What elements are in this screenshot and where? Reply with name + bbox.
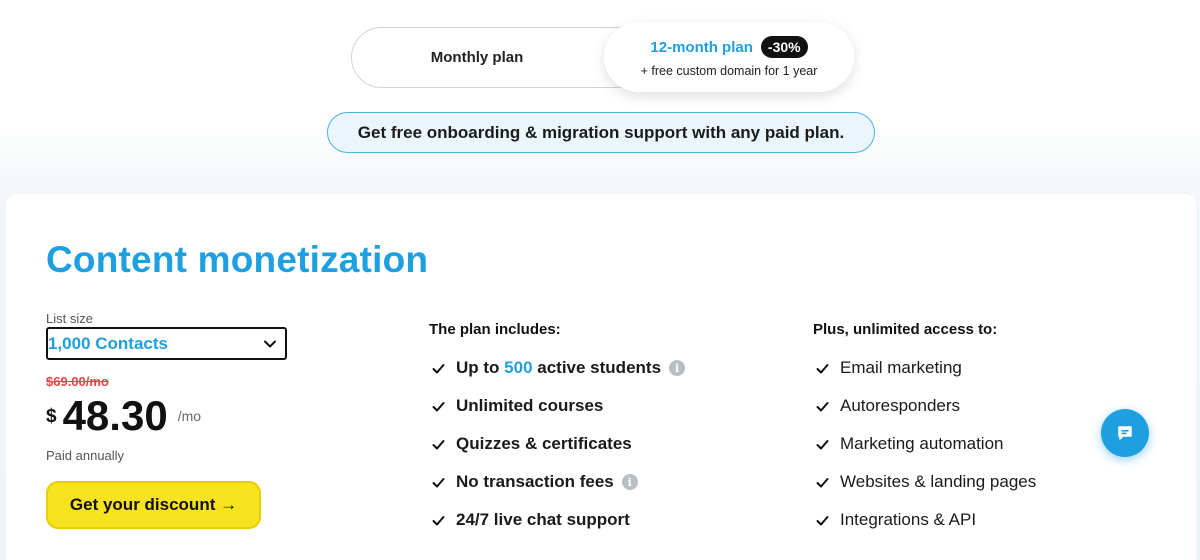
- list-item: Marketing automation: [815, 425, 1036, 463]
- list-item: Email marketing: [815, 349, 1036, 387]
- annual-plan-header: 12-month plan -30%: [650, 36, 808, 58]
- check-icon: [815, 361, 830, 376]
- price-row: $ 48.30 /mo: [46, 392, 201, 440]
- feature-label: Autoresponders: [840, 396, 961, 415]
- unlimited-access-heading: Plus, unlimited access to:: [813, 321, 998, 338]
- chat-icon: [1116, 424, 1134, 442]
- check-icon: [815, 513, 830, 528]
- info-icon[interactable]: i: [669, 360, 686, 376]
- price-value: 48.30: [62, 392, 168, 439]
- check-icon: [431, 475, 446, 490]
- list-item: Unlimited courses: [431, 387, 685, 425]
- list-item: Autoresponders: [815, 387, 1036, 425]
- price-period: /mo: [177, 408, 202, 424]
- list-size-select[interactable]: 1,000 Contacts: [46, 327, 287, 360]
- plan-title: Content monetization: [46, 239, 429, 280]
- students-count: 500: [504, 358, 533, 377]
- chat-button[interactable]: [1101, 409, 1149, 457]
- check-icon: [431, 361, 446, 376]
- plan-toggle: Monthly plan 12-month plan -30% + free c…: [351, 22, 854, 92]
- list-item: Quizzes & certificates: [431, 425, 685, 463]
- check-icon: [815, 437, 830, 452]
- chevron-down-icon: [263, 337, 277, 351]
- annual-plan-label: 12-month plan: [650, 38, 753, 56]
- unlimited-access-list: Email marketing Autoresponders Marketing…: [815, 349, 1036, 539]
- currency-symbol: $: [46, 406, 57, 427]
- annual-plan-option[interactable]: 12-month plan -30% + free custom domain …: [604, 22, 854, 92]
- pricing-card: Content monetization List size 1,000 Con…: [6, 194, 1196, 560]
- check-icon: [431, 399, 446, 414]
- discount-badge: -30%: [760, 36, 808, 58]
- get-discount-button[interactable]: Get your discount →: [46, 481, 261, 529]
- check-icon: [815, 475, 830, 490]
- feature-label: Up to 500 active students: [456, 358, 662, 377]
- annual-plan-bonus: + free custom domain for 1 year: [640, 64, 818, 78]
- billing-note: Paid annually: [46, 448, 125, 463]
- info-icon[interactable]: i: [621, 474, 638, 490]
- list-size-value: 1,000 Contacts: [48, 333, 168, 353]
- check-icon: [815, 399, 830, 414]
- onboarding-banner: Get free onboarding & migration support …: [327, 112, 875, 153]
- check-icon: [431, 513, 446, 528]
- check-icon: [431, 437, 446, 452]
- feature-label: Websites & landing pages: [840, 472, 1037, 491]
- feature-label: Quizzes & certificates: [456, 434, 632, 453]
- list-item: Websites & landing pages: [815, 463, 1036, 501]
- plan-includes-list: Up to 500 active students i Unlimited co…: [431, 349, 686, 539]
- plan-includes-heading: The plan includes:: [429, 321, 561, 338]
- feature-label: 24/7 live chat support: [456, 510, 630, 529]
- feature-label: Unlimited courses: [456, 396, 604, 415]
- feature-label: No transaction fees: [456, 472, 614, 491]
- old-price: $69.00/mo: [46, 374, 109, 389]
- list-item: Integrations & API: [815, 501, 1036, 539]
- list-size-label: List size: [46, 311, 93, 326]
- list-item: Up to 500 active students i: [431, 349, 686, 387]
- feature-label: Email marketing: [840, 358, 962, 377]
- feature-label: Marketing automation: [840, 434, 1004, 453]
- list-item: No transaction fees i: [431, 463, 685, 501]
- list-item: 24/7 live chat support: [431, 501, 685, 539]
- monthly-plan-option[interactable]: Monthly plan: [352, 28, 602, 87]
- feature-label: Integrations & API: [840, 510, 977, 529]
